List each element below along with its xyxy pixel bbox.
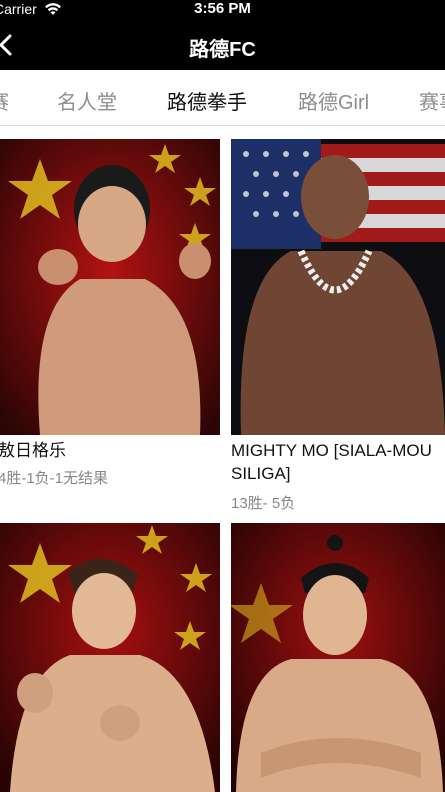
navigation-bar: 路德FC <box>0 20 445 70</box>
status-bar: Carrier 3:56 PM <box>0 0 445 20</box>
category-tabs: 赛 名人堂 路德拳手 路德Girl 赛事 <box>0 70 445 126</box>
fighter-card[interactable] <box>231 523 445 792</box>
fighter-record: 13胜- 5负 <box>231 495 296 512</box>
tab-girls[interactable]: 路德Girl <box>298 86 369 115</box>
tab-partial-left[interactable]: 赛 <box>0 86 9 115</box>
fighter-name: 敖日格乐 <box>0 441 66 460</box>
page-title: 路德FC <box>189 39 256 61</box>
fighter-card[interactable]: MIGHTY MO [SIALA-MOU SILIGA] 13胜- 5负 <box>231 139 445 519</box>
fighter-card[interactable] <box>0 523 220 792</box>
fighter-photo <box>231 139 445 435</box>
fighter-card[interactable]: 敖日格乐 4胜-1负-1无结果 <box>0 139 220 499</box>
fighter-photo <box>0 139 220 435</box>
tab-fighters[interactable]: 路德拳手 <box>167 86 247 115</box>
fighter-name-line1: MIGHTY MO [SIALA-MOU <box>231 441 432 460</box>
fighter-photo <box>231 523 445 792</box>
tab-hall-of-fame[interactable]: 名人堂 <box>57 86 117 115</box>
status-time: 3:56 PM <box>194 0 251 17</box>
fighter-record: 4胜-1负-1无结果 <box>0 470 109 487</box>
fighter-name-line2: SILIGA] <box>231 464 291 483</box>
fighter-photo <box>0 523 220 792</box>
tab-events[interactable]: 赛事 <box>419 86 445 115</box>
